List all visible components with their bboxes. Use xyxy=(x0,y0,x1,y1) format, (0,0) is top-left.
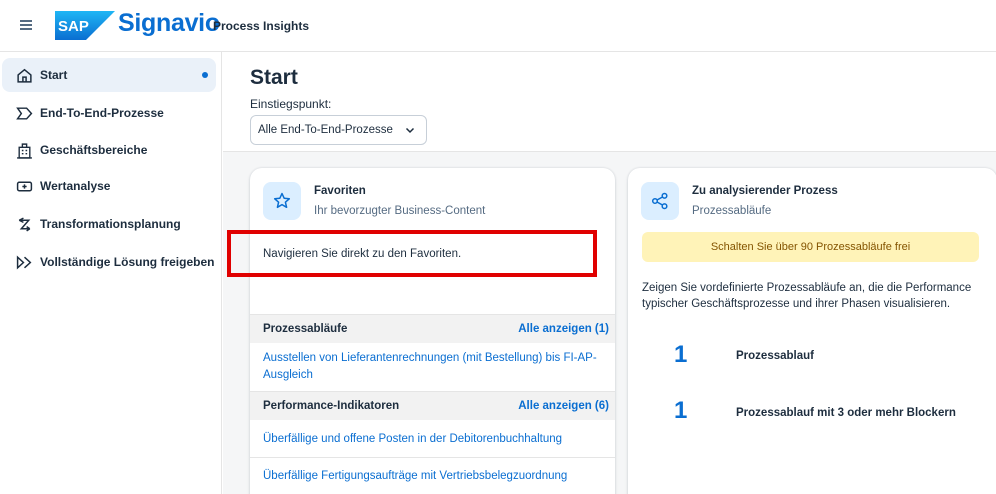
entry-point-label: Einstiegspunkt: xyxy=(250,97,332,111)
kpi-value[interactable]: 1 xyxy=(674,341,687,369)
sap-logo[interactable]: SAP xyxy=(55,11,115,40)
sidebar-item-end-to-end-processes[interactable]: End-To-End-Prozesse xyxy=(2,96,216,130)
card-description: Navigieren Sie direkt zu den Favoriten. xyxy=(263,248,462,260)
page-header: Start Einstiegspunkt: Alle End-To-End-Pr… xyxy=(223,52,996,152)
banner-text: Schalten Sie über 90 Prozessabläufe frei xyxy=(710,241,911,253)
sidebar-item-label: Transformationsplanung xyxy=(40,217,181,231)
favorites-card: Favoriten Ihr bevorzugter Business-Conte… xyxy=(250,168,615,494)
kpi-label: Prozessablauf mit 3 oder mehr Blockern xyxy=(736,407,956,419)
process-chevron-icon xyxy=(16,107,33,120)
product-name: Signavio xyxy=(118,9,220,37)
page-title: Start xyxy=(250,66,298,89)
side-navigation: Start End-To-End-Prozesse Geschäftsberei… xyxy=(0,52,222,494)
sidebar-item-label: End-To-End-Prozesse xyxy=(40,106,164,120)
home-icon xyxy=(17,68,32,83)
sidebar-item-value-analysis[interactable]: Wertanalyse xyxy=(2,169,216,203)
main-content: Start Einstiegspunkt: Alle End-To-End-Pr… xyxy=(223,52,996,494)
card-title: Favoriten xyxy=(314,185,366,197)
list-divider xyxy=(250,457,615,458)
sidebar-item-label: Start xyxy=(40,68,68,82)
favorite-kpi-link[interactable]: Überfällige Fertigungsaufträge mit Vertr… xyxy=(263,468,567,485)
unlock-chevron-icon xyxy=(16,255,32,270)
value-analysis-icon xyxy=(16,181,33,192)
chevron-down-icon xyxy=(405,127,415,134)
show-all-process-flows-link[interactable]: Alle anzeigen (1) xyxy=(518,323,609,335)
group-title: Prozessabläufe xyxy=(263,323,348,335)
sidebar-item-release-full-solution[interactable]: Vollständige Lösung freigeben xyxy=(2,245,216,279)
kpi-value[interactable]: 1 xyxy=(674,397,687,425)
sap-logo-text: SAP xyxy=(58,18,89,35)
shell-bar: SAP Signavio Process Insights xyxy=(0,0,996,52)
sidebar-item-label: Geschäftsbereiche xyxy=(40,143,148,157)
share-icon xyxy=(651,192,668,210)
favorite-process-flow-link[interactable]: Ausstellen von Lieferantenrechnungen (mi… xyxy=(263,350,598,384)
show-all-performance-indicators-link[interactable]: Alle anzeigen (6) xyxy=(518,400,609,412)
process-icon-tile xyxy=(641,182,679,220)
card-subtitle: Prozessabläufe xyxy=(692,205,772,217)
group-title: Performance-Indikatoren xyxy=(263,400,400,412)
group-header-process-flows: Prozessabläufe Alle anzeigen (1) xyxy=(250,314,615,343)
favorite-kpi-link[interactable]: Überfällige und offene Posten in der Deb… xyxy=(263,431,562,448)
process-analysis-card: Zu analysierender Prozess Prozessabläufe… xyxy=(628,168,996,494)
app-title: Process Insights xyxy=(213,19,310,33)
sidebar-item-start[interactable]: Start xyxy=(2,58,216,92)
star-icon xyxy=(273,192,291,209)
card-description: Zeigen Sie vordefinierte Prozessabläufe … xyxy=(642,282,972,310)
unlock-banner[interactable]: Schalten Sie über 90 Prozessabläufe frei xyxy=(642,232,979,262)
favorites-icon-tile xyxy=(263,182,301,220)
kpi-label: Prozessablauf xyxy=(736,350,814,362)
sidebar-item-business-areas[interactable]: Geschäftsbereiche xyxy=(2,133,216,167)
entry-point-value: Alle End-To-End-Prozesse xyxy=(258,124,393,136)
sidebar-item-label: Vollständige Lösung freigeben xyxy=(40,255,215,269)
building-icon xyxy=(17,143,32,159)
group-header-performance-indicators: Performance-Indikatoren Alle anzeigen (6… xyxy=(250,391,615,420)
card-subtitle: Ihr bevorzugter Business-Content xyxy=(314,205,486,217)
active-indicator-dot xyxy=(202,72,208,78)
entry-point-select[interactable]: Alle End-To-End-Prozesse xyxy=(250,115,427,145)
card-title: Zu analysierender Prozess xyxy=(692,185,838,197)
sidebar-item-transformation-planning[interactable]: Transformationsplanung xyxy=(2,207,216,241)
transform-arrows-icon xyxy=(18,217,31,232)
hamburger-menu-icon[interactable] xyxy=(16,14,38,36)
sidebar-item-label: Wertanalyse xyxy=(40,179,111,193)
